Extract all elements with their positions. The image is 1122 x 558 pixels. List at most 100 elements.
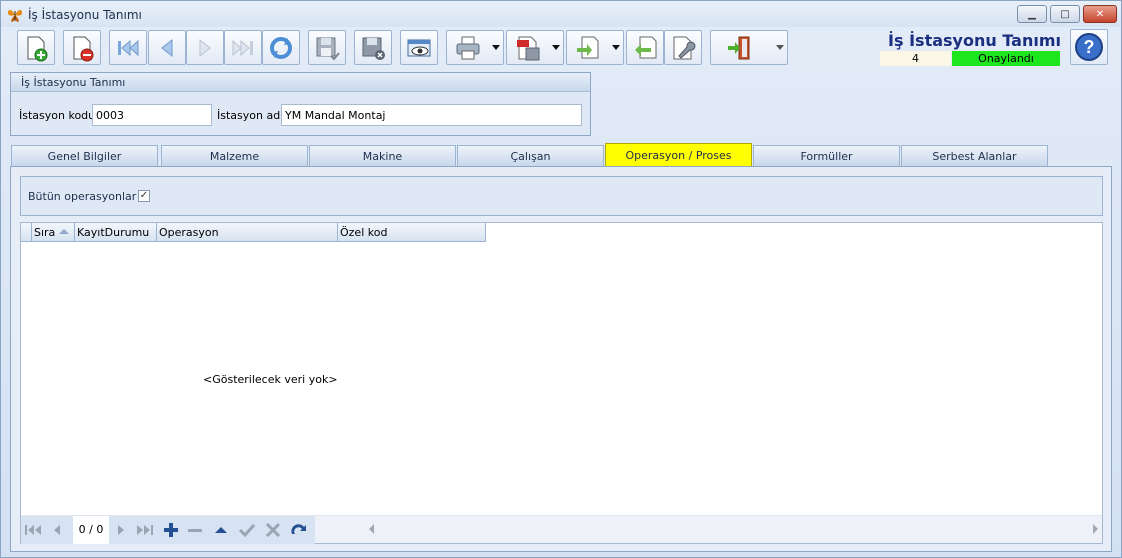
nav-delete-button[interactable] xyxy=(185,520,205,540)
preview-icon xyxy=(407,39,431,56)
print-button[interactable] xyxy=(446,30,504,65)
preview-button[interactable] xyxy=(400,30,438,65)
previous-record-button[interactable] xyxy=(148,30,186,65)
new-record-button[interactable] xyxy=(17,30,55,65)
print-dropdown-icon[interactable] xyxy=(492,45,500,50)
exit-button[interactable] xyxy=(710,30,788,65)
tab-operation-process[interactable]: Operasyon / Proses xyxy=(605,143,752,167)
exit-icon xyxy=(728,36,750,59)
refresh-icon xyxy=(270,36,292,59)
last-record-icon xyxy=(232,39,253,56)
nav-post-button[interactable] xyxy=(237,520,257,540)
tab-panel: Bütün operasyonlar ✓ Sıra KayıtDurumu Op… xyxy=(10,166,1112,552)
minimize-button[interactable]: ▁ xyxy=(1017,5,1047,23)
exit-dropdown-icon[interactable] xyxy=(776,45,784,50)
main-window: İş İstasyonu Tanımı ▁ □ ✕ İş İstasyonu T… xyxy=(0,0,1122,558)
next-record-icon xyxy=(199,38,211,57)
minus-icon xyxy=(188,529,202,532)
settings-icon xyxy=(673,36,696,59)
check-icon xyxy=(238,523,256,538)
tab-general-info[interactable]: Genel Bilgiler xyxy=(11,145,158,167)
scroll-left-icon[interactable] xyxy=(369,524,374,534)
tab-employee[interactable]: Çalışan xyxy=(457,145,604,167)
title-bar: İş İstasyonu Tanımı ▁ □ ✕ xyxy=(1,1,1121,27)
close-icon: ✕ xyxy=(1095,8,1105,20)
column-header-operation[interactable]: Operasyon xyxy=(157,223,338,242)
pdf-export-icon xyxy=(517,36,540,60)
all-operations-checkbox[interactable]: ✓ xyxy=(138,190,150,202)
save-button[interactable] xyxy=(308,30,346,65)
first-record-button[interactable] xyxy=(109,30,147,65)
status-badge: Onaylandı xyxy=(952,51,1060,66)
settings-button[interactable] xyxy=(664,30,702,65)
station-info-group: İş İstasyonu Tanımı İstasyon kodu 0003 İ… xyxy=(10,72,591,136)
next-record-icon xyxy=(118,525,124,535)
close-button[interactable]: ✕ xyxy=(1083,5,1117,23)
column-header-special-code[interactable]: Özel kod xyxy=(338,223,486,242)
station-name-field[interactable]: YM Mandal Montaj xyxy=(281,104,582,126)
export-button[interactable] xyxy=(566,30,624,65)
print-icon xyxy=(456,36,480,59)
previous-record-icon xyxy=(161,38,173,57)
new-document-icon xyxy=(27,36,48,61)
window-title: İş İstasyonu Tanımı xyxy=(28,8,142,22)
delete-document-icon xyxy=(73,36,94,61)
station-code-label: İstasyon kodu xyxy=(19,109,96,122)
nav-append-button[interactable] xyxy=(161,520,181,540)
operations-grid: Sıra KayıtDurumu Operasyon Özel kod <Gös… xyxy=(20,222,1103,544)
caret-up-icon xyxy=(215,527,227,533)
navigator-count: 0 / 0 xyxy=(73,516,109,544)
tab-formulas[interactable]: Formüller xyxy=(753,145,900,167)
add-icon xyxy=(164,523,178,537)
column-header-order[interactable]: Sıra xyxy=(32,223,75,242)
save-close-button[interactable] xyxy=(354,30,392,65)
scroll-right-icon[interactable] xyxy=(1093,524,1098,534)
help-icon: ? xyxy=(1075,33,1103,61)
pdf-dropdown-icon[interactable] xyxy=(552,45,560,50)
station-name-label: İstasyon adı xyxy=(217,109,284,122)
export-icon xyxy=(577,36,599,58)
nav-previous-button[interactable] xyxy=(47,520,67,540)
import-button[interactable] xyxy=(626,30,664,65)
next-record-button[interactable] xyxy=(186,30,224,65)
nav-edit-button[interactable] xyxy=(211,520,231,540)
maximize-button[interactable]: □ xyxy=(1050,5,1080,23)
nav-first-button[interactable] xyxy=(23,520,43,540)
save-icon xyxy=(316,37,340,60)
maximize-icon: □ xyxy=(1060,8,1070,20)
grid-navigator: 0 / 0 xyxy=(21,515,1102,544)
refresh-button[interactable] xyxy=(262,30,300,65)
refresh-icon xyxy=(291,524,306,534)
group-title: İş İstasyonu Tanımı xyxy=(11,73,590,92)
empty-grid-message: <Gösterilecek veri yok> xyxy=(203,373,338,386)
tab-free-fields[interactable]: Serbest Alanlar xyxy=(901,145,1048,167)
record-count: 4 xyxy=(880,51,951,66)
row-indicator-header[interactable] xyxy=(21,223,32,242)
last-record-button[interactable] xyxy=(224,30,262,65)
minimize-icon: ▁ xyxy=(1028,8,1036,20)
cancel-icon xyxy=(265,522,281,538)
nav-last-button[interactable] xyxy=(135,520,155,540)
navigator-buttons: 0 / 0 xyxy=(21,516,315,544)
sort-ascending-icon xyxy=(59,229,69,234)
svg-text:?: ? xyxy=(1084,37,1095,57)
pdf-export-button[interactable] xyxy=(506,30,564,65)
previous-record-icon xyxy=(54,525,60,535)
help-button[interactable]: ? xyxy=(1070,29,1108,65)
delete-record-button[interactable] xyxy=(63,30,101,65)
import-icon xyxy=(635,36,657,58)
export-dropdown-icon[interactable] xyxy=(612,45,620,50)
tab-material[interactable]: Malzeme xyxy=(161,145,308,167)
tab-machine[interactable]: Makine xyxy=(309,145,456,167)
all-operations-label: Bütün operasyonlar xyxy=(28,190,137,203)
page-title: İş İstasyonu Tanımı xyxy=(888,31,1061,50)
last-record-icon xyxy=(137,525,153,535)
first-record-icon xyxy=(25,525,41,535)
station-code-field[interactable]: 0003 xyxy=(92,104,212,126)
nav-cancel-button[interactable] xyxy=(263,520,283,540)
first-record-icon xyxy=(118,39,139,56)
column-header-record-status[interactable]: KayıtDurumu xyxy=(75,223,157,242)
save-close-icon xyxy=(362,37,385,60)
nav-next-button[interactable] xyxy=(111,520,131,540)
nav-refresh-button[interactable] xyxy=(289,520,309,540)
